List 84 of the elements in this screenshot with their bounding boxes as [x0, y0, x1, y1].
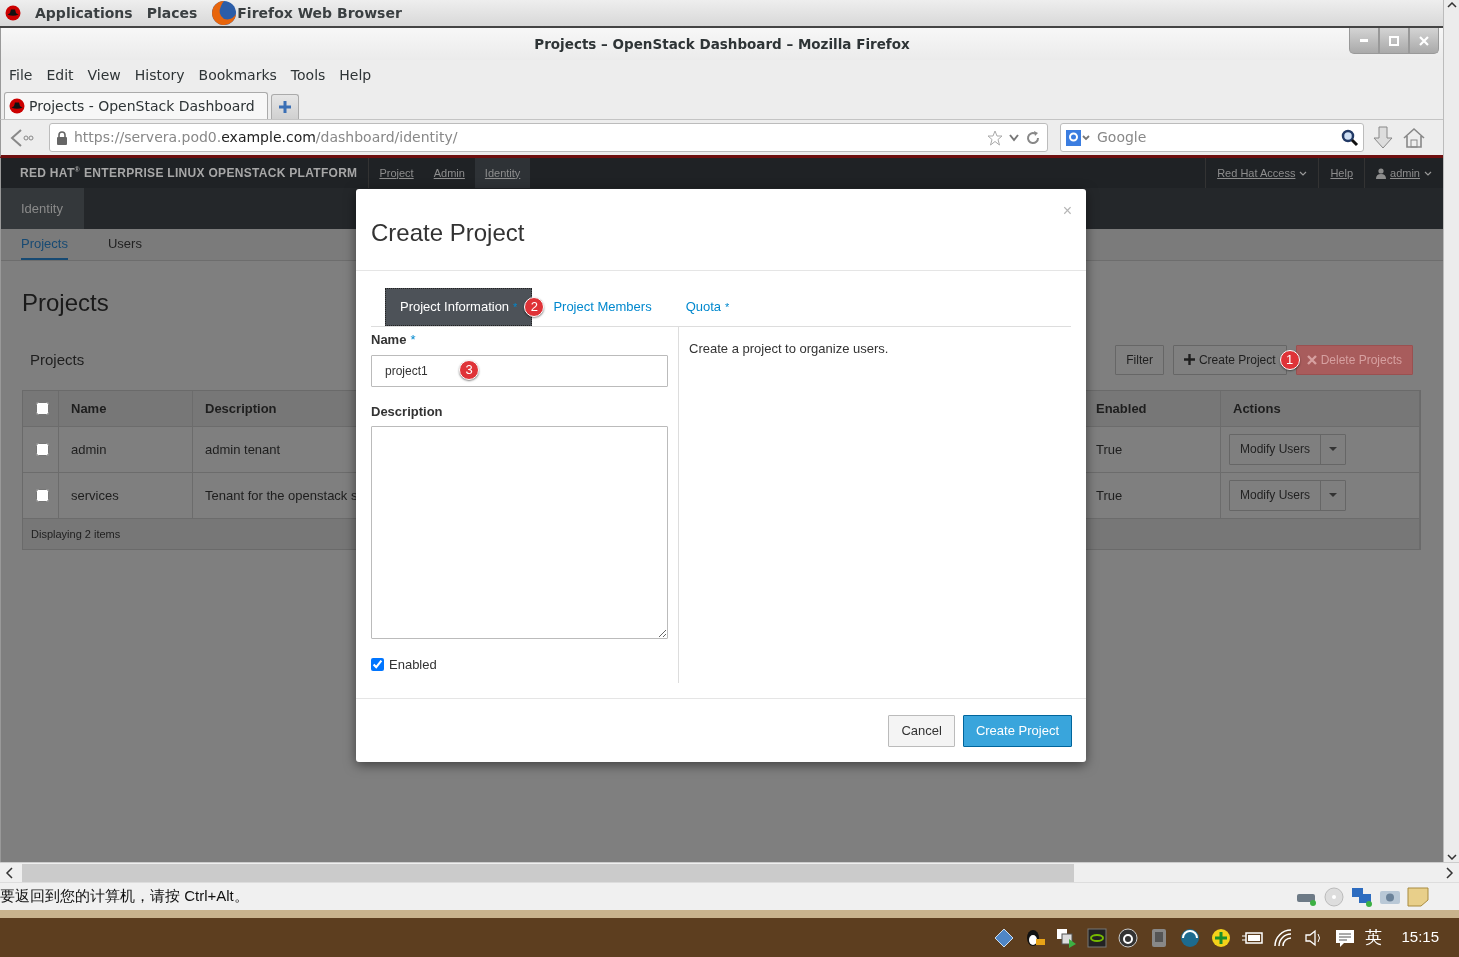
- scroll-up-icon[interactable]: [1446, 2, 1457, 8]
- column-header: Enabled: [1096, 399, 1147, 418]
- table-title: Projects: [29, 349, 85, 370]
- app-menu-item[interactable]: Firefox Web Browser: [237, 2, 402, 24]
- menu-item[interactable]: Bookmarks: [198, 64, 277, 86]
- hat-icon[interactable]: [5, 5, 21, 21]
- modal-tab[interactable]: Quota *: [668, 288, 747, 326]
- caret-icon: [1329, 447, 1337, 452]
- clock[interactable]: 15:15: [1401, 926, 1439, 949]
- menu-item[interactable]: Tools: [290, 64, 326, 86]
- close-button[interactable]: [1409, 28, 1439, 54]
- field-label: Name *: [371, 331, 417, 349]
- menu-item[interactable]: History: [134, 64, 185, 86]
- browser-tab[interactable]: Projects - OpenStack Dashboard: [4, 92, 268, 119]
- nav-tab[interactable]: Admin: [423, 158, 475, 188]
- minimize-icon: [1360, 39, 1368, 42]
- checkbox[interactable]: [36, 401, 49, 415]
- menu-item[interactable]: Edit: [46, 64, 74, 86]
- column-header: Actions: [1233, 399, 1281, 418]
- network-icon[interactable]: [1351, 885, 1373, 908]
- user-icon: [1376, 167, 1387, 179]
- scrollbar-thumb[interactable]: [22, 863, 1074, 882]
- globe-icon[interactable]: [1179, 926, 1202, 949]
- step-badge: 2: [524, 297, 545, 317]
- nav-tab[interactable]: Project: [369, 158, 424, 188]
- dropdown-icon[interactable]: [1009, 133, 1019, 142]
- table-cell-text: admin: [71, 440, 107, 459]
- create-button[interactable]: Create Project: [1172, 344, 1287, 375]
- minimize-button[interactable]: [1349, 28, 1379, 54]
- swirl-icon[interactable]: [1117, 926, 1140, 949]
- fox-globe-icon[interactable]: [211, 0, 238, 26]
- field-label: Description: [371, 402, 444, 421]
- maximize-icon: [1389, 35, 1399, 46]
- menu-item[interactable]: View: [87, 64, 121, 86]
- diamond-icon[interactable]: [993, 926, 1016, 949]
- scroll-down-icon[interactable]: [1446, 854, 1457, 860]
- new-tab-button[interactable]: [270, 94, 299, 119]
- nav-tab[interactable]: Users: [107, 229, 142, 260]
- modal-title: Create Project: [371, 219, 526, 248]
- search-icon[interactable]: [1341, 128, 1359, 147]
- checkbox[interactable]: [371, 658, 384, 672]
- app-menu-item[interactable]: Places: [146, 2, 198, 24]
- window-title: Projects – OpenStack Dashboard – Mozilla Firefox: [534, 34, 910, 54]
- table-cell-text: admin tenant: [205, 440, 281, 459]
- checkbox-label: Enabled: [389, 656, 437, 674]
- status-message: 要返回到您的计算机，请按 Ctrl+Alt。: [0, 886, 249, 907]
- input-method-indicator[interactable]: 英: [1365, 924, 1383, 951]
- column-header: Description: [205, 399, 277, 418]
- maximize-button[interactable]: [1379, 28, 1409, 54]
- cancel-button[interactable]: Cancel: [888, 714, 955, 747]
- description-field[interactable]: [371, 426, 668, 639]
- lock-icon: [56, 130, 68, 145]
- star-icon[interactable]: [987, 129, 1003, 146]
- address-field[interactable]: https://servera.pod0.example.com/dashboard/identity/: [49, 123, 1048, 152]
- app-menu-item[interactable]: Applications: [35, 2, 133, 24]
- column-header: Name: [71, 399, 107, 418]
- table-cell-text: True: [1096, 440, 1123, 459]
- help-text: Create a project to organize users.: [689, 341, 889, 356]
- caret-icon: [1329, 493, 1337, 498]
- menu-item[interactable]: Help: [339, 64, 372, 86]
- close-icon: [1306, 354, 1317, 365]
- checkbox[interactable]: [36, 442, 49, 456]
- table-cell-text: True: [1096, 486, 1123, 505]
- chip-icon[interactable]: [1086, 926, 1109, 949]
- close-icon: [1419, 35, 1429, 46]
- plus-icon: [277, 100, 292, 114]
- plus-icon[interactable]: [1210, 926, 1233, 949]
- hat-icon: [9, 98, 25, 114]
- reload-icon[interactable]: [1025, 129, 1041, 146]
- search-engine-icon[interactable]: [1065, 128, 1091, 147]
- table-cell-text: services: [71, 486, 119, 505]
- table-footer: Displaying 2 items: [31, 525, 121, 543]
- search-field[interactable]: Google: [1060, 123, 1364, 152]
- back-icon[interactable]: [9, 126, 35, 149]
- windows-icon[interactable]: [1055, 926, 1078, 949]
- plus-icon: [1183, 354, 1195, 366]
- home-icon[interactable]: [1402, 126, 1426, 149]
- caret-icon: [1424, 170, 1432, 176]
- page-title: Projects: [22, 289, 109, 318]
- nav-tab[interactable]: Identity: [474, 158, 531, 188]
- checkbox[interactable]: [36, 488, 49, 502]
- caret-icon: [1299, 170, 1308, 176]
- filter-button[interactable]: Filter: [1115, 344, 1164, 375]
- menu-item[interactable]: File: [9, 64, 33, 86]
